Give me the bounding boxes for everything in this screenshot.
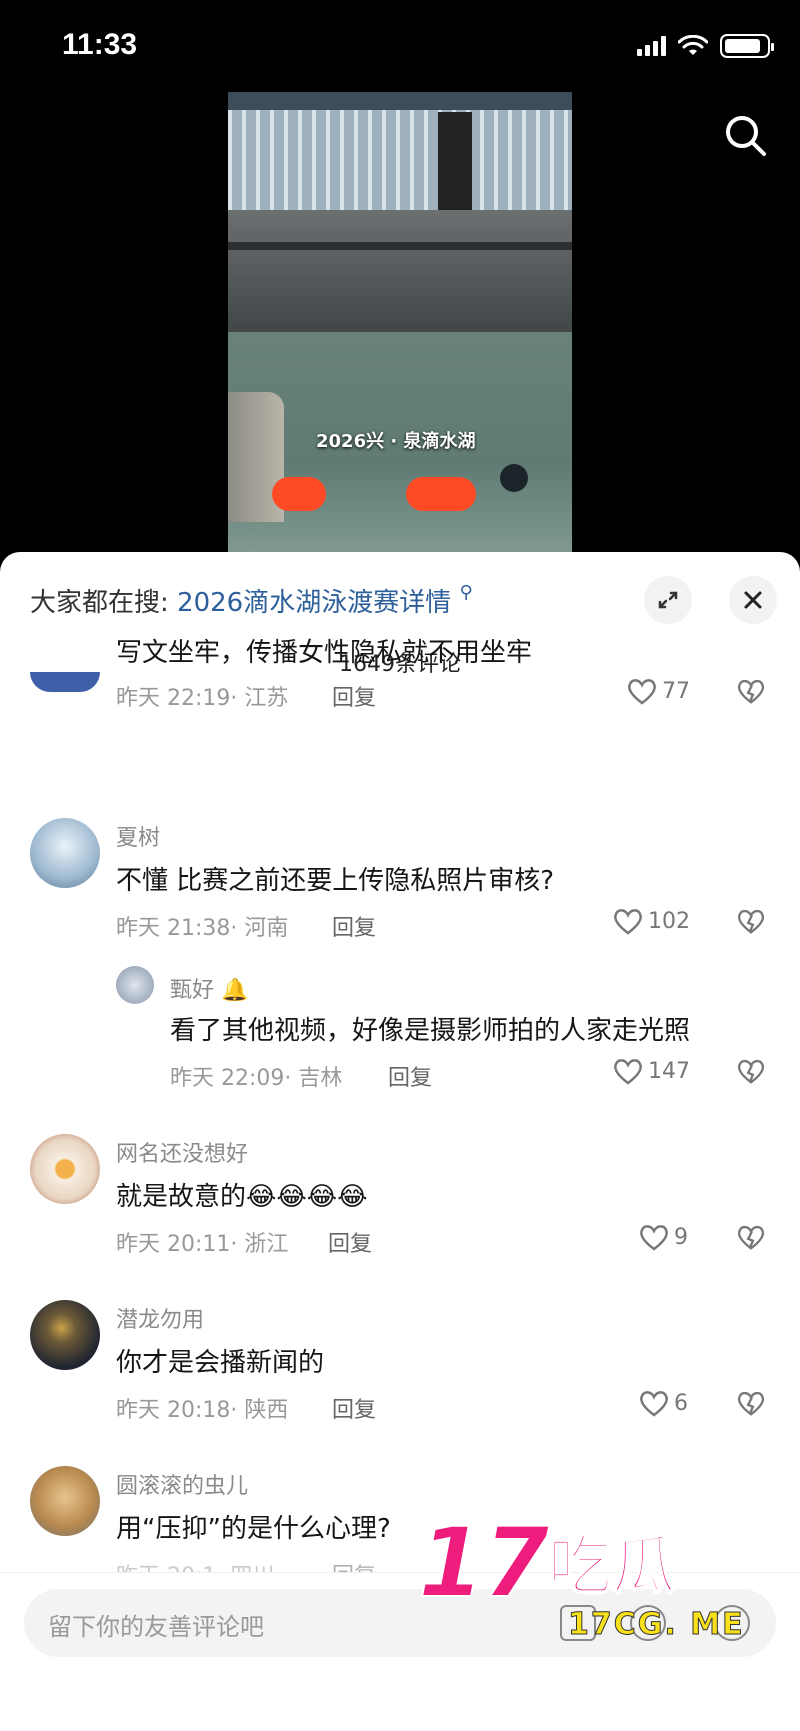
comment-sheet: 大家都在搜: 2026滴水湖泳渡赛详情 ⚲ 1649条评论 写文坐牢，传播女性隐…	[0, 552, 800, 1731]
dislike-icon[interactable]	[736, 1388, 766, 1418]
search-icon[interactable]	[722, 112, 770, 160]
close-icon	[744, 591, 762, 609]
comment-author[interactable]: 甄好 🔔	[170, 972, 248, 1004]
dislike-icon[interactable]	[736, 906, 766, 936]
comment-text: 看了其他视频，好像是摄影师拍的人家走光照	[170, 1016, 691, 1046]
expand-icon	[658, 591, 678, 609]
heart-icon	[628, 679, 656, 705]
laugh-emoji-icon: 😂😂😂😂	[246, 1182, 368, 1212]
close-button[interactable]	[729, 576, 777, 624]
watermark-logo: 17吃瓜 17CG. ME	[417, 1507, 743, 1643]
comment-input-placeholder: 留下你的友善评论吧	[48, 1613, 264, 1641]
comment-text: 用“压抑”的是什么心理?	[116, 1514, 391, 1544]
dislike-icon[interactable]	[736, 1222, 766, 1252]
video-railing	[228, 92, 572, 212]
battery-icon	[720, 34, 774, 58]
comment-text: 不懂 比赛之前还要上传隐私照片审核?	[116, 866, 555, 896]
avatar[interactable]	[30, 672, 100, 692]
comment-text: 就是故意的😂😂😂😂	[116, 1182, 368, 1212]
status-bar: 11:33	[0, 0, 800, 95]
status-icons	[637, 34, 774, 58]
hot-search-prefix: 大家都在搜:	[30, 588, 169, 618]
watermark-cn: 吃瓜	[547, 1529, 677, 1605]
comment-author[interactable]: 网名还没想好	[116, 1136, 248, 1168]
video-player[interactable]: 2026兴 · 泉滴水湖	[228, 92, 572, 552]
reply-button[interactable]: 回复	[332, 680, 376, 712]
avatar[interactable]	[116, 966, 154, 1004]
comment-meta: 昨天 20:18· 陕西	[116, 1398, 289, 1423]
heart-icon	[614, 1059, 642, 1085]
avatar[interactable]	[30, 1134, 100, 1204]
comment-input-bar: 留下你的友善评论吧	[0, 1572, 800, 1731]
reply-button[interactable]: 回复	[328, 1226, 372, 1258]
reply-button[interactable]: 回复	[388, 1060, 432, 1092]
like-count: 147	[648, 1058, 690, 1084]
comment-meta: 昨天 21:38· 河南	[116, 916, 289, 941]
video-camera-tripod	[438, 112, 472, 212]
wifi-icon	[678, 35, 708, 55]
bell-icon: 🔔	[221, 978, 249, 1003]
reply-button[interactable]: 回复	[332, 910, 376, 942]
status-time: 11:33	[62, 28, 138, 61]
like-count: 102	[648, 908, 690, 934]
comment-meta: 昨天 22:19· 江苏	[116, 686, 289, 711]
comment-meta: 昨天 20:11· 浙江	[116, 1232, 289, 1257]
watermark-domain: 17CG. ME	[568, 1607, 745, 1643]
avatar[interactable]	[30, 1466, 100, 1536]
avatar[interactable]	[30, 818, 100, 888]
like-count: 6	[674, 1390, 688, 1416]
comment-text: 写文坐牢，传播女性隐私就不用坐牢	[116, 638, 533, 668]
dislike-icon[interactable]	[736, 1056, 766, 1086]
comment-author[interactable]: 潜龙勿用	[116, 1302, 204, 1334]
video-buoy	[406, 477, 476, 511]
hot-search-keyword[interactable]: 2026滴水湖泳渡赛详情	[177, 588, 451, 618]
heart-icon	[640, 1225, 668, 1251]
like-button[interactable]: 102	[612, 906, 690, 936]
comment-meta: 昨天 22:09· 吉林	[170, 1066, 343, 1091]
watermark-number: 17	[417, 1507, 551, 1619]
hot-search-bar[interactable]: 大家都在搜: 2026滴水湖泳渡赛详情 ⚲	[30, 582, 473, 619]
like-button[interactable]: 9	[638, 1222, 688, 1252]
like-button[interactable]: 147	[612, 1056, 690, 1086]
like-button[interactable]: 77	[626, 676, 690, 706]
heart-icon	[614, 909, 642, 935]
signal-icon	[637, 36, 666, 56]
heart-icon	[640, 1391, 668, 1417]
dislike-icon[interactable]	[736, 676, 766, 706]
comment-text: 你才是会播新闻的	[116, 1348, 325, 1378]
video-swimmer	[500, 464, 528, 492]
search-small-icon: ⚲	[459, 582, 473, 603]
video-caption: 2026兴 · 泉滴水湖	[316, 431, 476, 452]
like-count: 77	[662, 678, 690, 704]
comment-author[interactable]: 夏树	[116, 820, 160, 852]
reply-button[interactable]: 回复	[332, 1392, 376, 1424]
comment-author[interactable]: 圆滚滚的虫儿	[116, 1468, 248, 1500]
like-button[interactable]: 6	[638, 1388, 688, 1418]
avatar[interactable]	[30, 1300, 100, 1370]
video-pier	[228, 210, 572, 340]
expand-button[interactable]	[644, 576, 692, 624]
video-buoy	[272, 477, 326, 511]
like-count: 9	[674, 1224, 688, 1250]
